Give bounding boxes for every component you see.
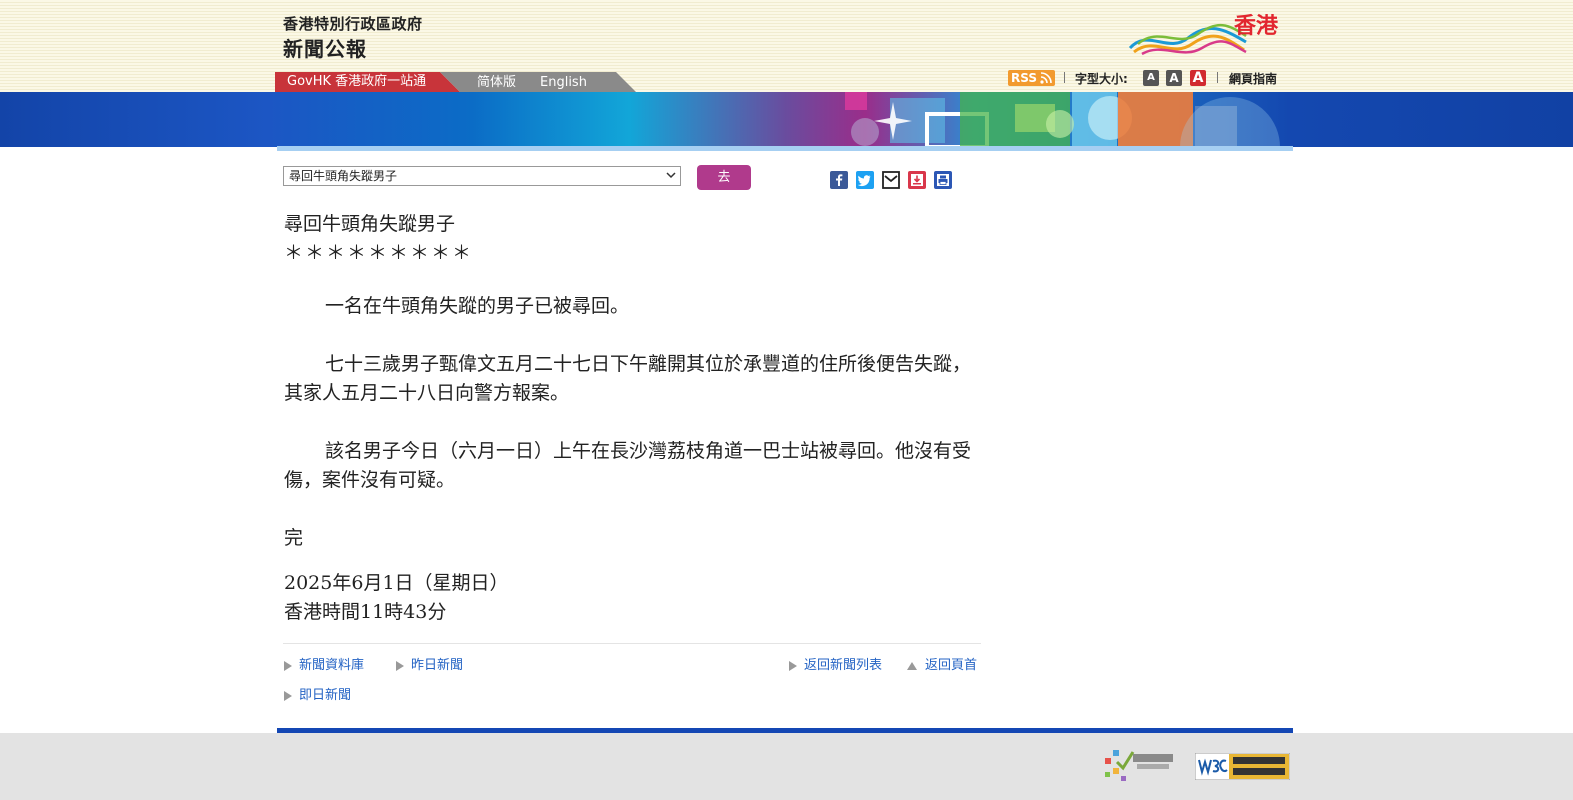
email-share-icon[interactable] xyxy=(882,171,900,189)
article-paragraph-2: 七十三歲男子甄偉文五月二十七日下午離開其位於承豐道的住所後便告失蹤，其家人五月二… xyxy=(284,353,972,404)
english-link[interactable]: English xyxy=(540,74,587,92)
triangle-right-icon xyxy=(396,661,404,671)
font-size-small-button[interactable]: A xyxy=(1143,70,1159,86)
content-divider xyxy=(283,643,981,644)
triangle-up-icon xyxy=(907,662,917,670)
print-icon[interactable] xyxy=(934,171,952,189)
footer xyxy=(0,733,1573,800)
article-end-mark: 完 xyxy=(284,527,304,549)
facebook-share-icon[interactable] xyxy=(830,171,848,189)
brand-hong-kong-logo[interactable]: 香港 xyxy=(1128,8,1278,60)
govhk-link[interactable]: GovHK 香港政府一站通 xyxy=(275,72,460,92)
back-to-top-link[interactable]: 返回頁首 xyxy=(906,658,977,674)
separator xyxy=(1064,72,1065,83)
w3c-wai-aa-wcag-badge-icon[interactable] xyxy=(1195,753,1290,780)
go-button[interactable]: 去 xyxy=(697,165,751,190)
triangle-right-icon xyxy=(789,661,797,671)
header-banner xyxy=(0,92,1573,147)
article-title: 尋回牛頭角失蹤男子 xyxy=(284,213,456,235)
web-for-all-badge-icon[interactable] xyxy=(1103,744,1177,782)
rss-label: RSS xyxy=(1011,71,1037,85)
banner-graphic-icon xyxy=(845,92,1280,147)
news-select-value: 尋回牛頭角失蹤男子 xyxy=(289,169,398,183)
news-archive-link[interactable]: 新聞資料庫 xyxy=(283,658,364,674)
download-icon[interactable] xyxy=(908,171,926,189)
yesterday-news-link[interactable]: 昨日新聞 xyxy=(395,658,463,674)
today-news-link[interactable]: 即日新聞 xyxy=(283,688,351,704)
triangle-right-icon xyxy=(284,691,292,701)
font-size-medium-button[interactable]: A xyxy=(1166,70,1182,86)
brand-logo-text: 香港 xyxy=(1233,14,1278,39)
twitter-share-icon[interactable] xyxy=(856,171,874,189)
separator xyxy=(1217,72,1218,83)
press-release-body: 尋回牛頭角失蹤男子 ＊＊＊＊＊＊＊＊＊ 一名在牛頭角失蹤的男子已被尋回。 七十三… xyxy=(284,210,974,627)
article-time: 香港時間11時43分 xyxy=(284,601,447,623)
article-separator-stars: ＊＊＊＊＊＊＊＊＊ xyxy=(284,242,474,264)
triangle-right-icon xyxy=(284,661,292,671)
rss-feed-icon xyxy=(1040,72,1052,84)
language-tab-bar xyxy=(440,72,636,92)
rss-button[interactable]: RSS xyxy=(1008,70,1055,86)
dragon-ribbon-icon xyxy=(1128,24,1247,56)
font-size-large-button[interactable]: A xyxy=(1190,70,1206,86)
banner-bottom-strip xyxy=(277,146,1293,151)
site-title[interactable]: 新聞公報 xyxy=(283,33,367,62)
back-to-news-list-link[interactable]: 返回新聞列表 xyxy=(788,658,882,674)
org-name: 香港特別行政區政府 xyxy=(283,15,423,33)
article-paragraph-1: 一名在牛頭角失蹤的男子已被尋回。 xyxy=(325,295,630,317)
article-date: 2025年6月1日（星期日） xyxy=(284,572,509,594)
simplified-chinese-link[interactable]: 简体版 xyxy=(477,74,516,92)
web-guide-link[interactable]: 網頁指南 xyxy=(1229,70,1277,87)
article-paragraph-3: 該名男子今日（六月一日）上午在長沙灣荔枝角道一巴士站被尋回。他沒有受傷，案件沒有… xyxy=(284,440,972,491)
chevron-down-icon xyxy=(666,172,676,179)
news-select-dropdown[interactable]: 尋回牛頭角失蹤男子 xyxy=(283,166,681,186)
header-band xyxy=(0,0,1573,92)
font-size-label: 字型大小: xyxy=(1075,72,1128,86)
